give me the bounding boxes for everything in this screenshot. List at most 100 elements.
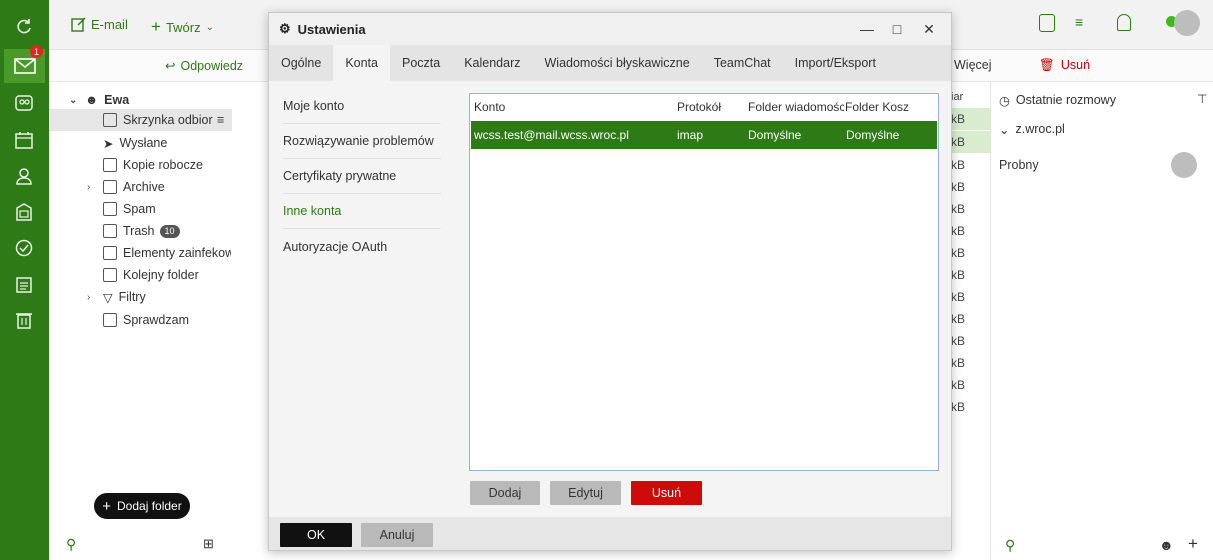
remove-button[interactable]: Usuń bbox=[631, 481, 702, 505]
size-cell: kB bbox=[951, 356, 966, 370]
edit-button[interactable]: Edytuj bbox=[550, 481, 621, 505]
delete-label: Usuń bbox=[1060, 58, 1091, 72]
size-column: iar kB kB kB kB kB kB kB kB kB kB kB kB … bbox=[951, 82, 991, 560]
col-trash-folder[interactable]: Folder Kosz bbox=[845, 94, 909, 120]
account-row[interactable]: ⌄ ☻ Ewa bbox=[49, 89, 232, 111]
chevron-right-icon: › bbox=[87, 181, 91, 193]
side-private-certificates[interactable]: Certyfikaty prywatne bbox=[283, 159, 441, 194]
folder-spam[interactable]: Spam bbox=[49, 198, 232, 220]
side-troubleshooting[interactable]: Rozwiązywanie problemów bbox=[283, 124, 441, 159]
email-button[interactable]: E-mail bbox=[71, 17, 128, 32]
folder-icon bbox=[103, 268, 117, 282]
folder-label: Spam bbox=[123, 202, 156, 216]
tasks-icon[interactable] bbox=[11, 235, 37, 261]
folder-drafts[interactable]: Kopie robocze bbox=[49, 154, 232, 176]
reply-button[interactable]: ↩ Odpowiedz bbox=[165, 58, 244, 74]
refresh-icon[interactable] bbox=[11, 13, 37, 39]
dialog-titlebar: ⚙ Ustawienia bbox=[269, 13, 951, 45]
delete-button[interactable]: 🗑 Usuń bbox=[1039, 58, 1090, 73]
folder-tree-icon[interactable]: ⊞ bbox=[203, 536, 214, 552]
avatar[interactable] bbox=[1174, 10, 1200, 36]
search-icon[interactable]: ⚲ bbox=[66, 536, 76, 553]
create-button[interactable]: + Twórz ⌄ bbox=[151, 17, 214, 37]
tab-mail[interactable]: Poczta bbox=[390, 45, 452, 81]
draft-icon bbox=[103, 158, 117, 172]
cancel-button[interactable]: Anuluj bbox=[361, 523, 433, 547]
folder-archive[interactable]: › Archive bbox=[49, 176, 232, 198]
side-my-account[interactable]: Moje konto bbox=[283, 89, 441, 124]
more-button[interactable]: Więcej bbox=[954, 58, 992, 72]
table-row[interactable]: wcss.test@mail.wcss.wroc.pl imap Domyśln… bbox=[471, 121, 937, 149]
unread-badge: 1 bbox=[30, 45, 43, 58]
cell-sent-folder: Domyślne bbox=[748, 128, 802, 142]
contact-name[interactable]: Probny bbox=[999, 158, 1039, 172]
dialog-title: Ustawienia bbox=[297, 21, 366, 37]
trash-icon: 🗑 bbox=[1039, 58, 1055, 72]
tab-instant-messages[interactable]: Wiadomości błyskawiczne bbox=[533, 45, 702, 81]
tab-teamchat[interactable]: TeamChat bbox=[702, 45, 783, 81]
mail-icon[interactable]: 1 bbox=[4, 45, 45, 83]
trash-rail-icon[interactable] bbox=[11, 307, 37, 333]
add-folder-button[interactable]: + Dodaj folder bbox=[94, 493, 190, 519]
tab-general[interactable]: Ogólne bbox=[269, 45, 333, 81]
compose-icon bbox=[71, 17, 86, 32]
settings-dialog: ⚙ Ustawienia — □ ✕ Ogólne Konta Poczta K… bbox=[268, 12, 952, 551]
list-settings-icon[interactable]: ≡ bbox=[1075, 14, 1083, 30]
folder-label: Sprawdzam bbox=[123, 313, 189, 327]
tab-accounts[interactable]: Konta bbox=[333, 45, 390, 81]
recent-conversations-header: ◷ Ostatnie rozmowy bbox=[999, 93, 1116, 108]
maximize-button[interactable]: □ bbox=[887, 19, 907, 39]
reply-label: Odpowiedz bbox=[180, 58, 244, 73]
dialog-body: Moje konto Rozwiązywanie problemów Certy… bbox=[269, 81, 951, 517]
chevron-down-icon: ⌄ bbox=[999, 123, 1010, 137]
chevron-down-icon: ⌄ bbox=[69, 94, 78, 106]
menu-icon[interactable]: ≡ bbox=[217, 113, 224, 127]
col-account[interactable]: Konto bbox=[474, 94, 505, 120]
calendar-icon[interactable] bbox=[11, 127, 37, 153]
size-cell: kB bbox=[951, 290, 966, 304]
notes-icon[interactable] bbox=[11, 271, 37, 297]
gear-icon: ⚙ bbox=[279, 21, 291, 36]
minimize-button[interactable]: — bbox=[857, 19, 877, 39]
send-icon: ➤ bbox=[103, 136, 114, 151]
create-label: Twórz bbox=[165, 19, 201, 35]
close-button[interactable]: ✕ bbox=[919, 19, 939, 39]
folder-inbox[interactable]: Skrzynka odbiorcza ≡ bbox=[49, 109, 232, 131]
chat-icon[interactable] bbox=[1039, 14, 1055, 32]
col-sent-folder[interactable]: Folder wiadomości wysłanych bbox=[748, 94, 844, 120]
add-contact-icon[interactable]: ☻ bbox=[1159, 537, 1174, 553]
folder-filters[interactable]: › ▽ Filtry bbox=[49, 286, 232, 308]
contacts-icon[interactable] bbox=[11, 90, 37, 116]
history-icon: ◷ bbox=[999, 94, 1010, 108]
user-icon: ☻ bbox=[85, 93, 99, 107]
folder-next[interactable]: Kolejny folder bbox=[49, 264, 232, 286]
folder-checking[interactable]: Sprawdzam bbox=[49, 309, 232, 331]
ok-button[interactable]: OK bbox=[280, 523, 352, 547]
size-cell: kB bbox=[951, 400, 966, 414]
tab-calendar[interactable]: Kalendarz bbox=[452, 45, 532, 81]
side-other-accounts[interactable]: Inne konta bbox=[283, 194, 441, 229]
right-panel: ◷ Ostatnie rozmowy ⊤ ⌄ z.wroc.pl Probny … bbox=[991, 82, 1213, 560]
pin-icon[interactable]: ⊤ bbox=[1197, 92, 1207, 106]
bell-icon[interactable] bbox=[1117, 14, 1131, 31]
folder-infected[interactable]: Elementy zainfekowane bbox=[49, 242, 232, 264]
side-oauth[interactable]: Autoryzacje OAuth bbox=[283, 229, 441, 264]
folder-label: Elementy zainfekowane bbox=[123, 246, 231, 260]
cell-protocol: imap bbox=[677, 128, 704, 142]
spam-icon bbox=[103, 202, 117, 216]
add-folder-label: Dodaj folder bbox=[117, 499, 182, 513]
folder-sent[interactable]: ➤ Wysłane bbox=[49, 132, 232, 154]
group-row[interactable]: ⌄ z.wroc.pl bbox=[999, 122, 1065, 137]
app-rail: 1 bbox=[0, 0, 49, 560]
add-button[interactable]: Dodaj bbox=[470, 481, 540, 505]
plus-icon[interactable]: + bbox=[1188, 534, 1198, 554]
col-protocol[interactable]: Protokół bbox=[677, 94, 721, 120]
files-icon[interactable] bbox=[11, 199, 37, 225]
size-cell: kB bbox=[951, 224, 966, 238]
user-icon[interactable] bbox=[11, 163, 37, 189]
size-cell: kB bbox=[951, 378, 966, 392]
folder-trash[interactable]: Trash 10 bbox=[49, 220, 232, 242]
tab-import-export[interactable]: Import/Eksport bbox=[783, 45, 888, 81]
search-icon[interactable]: ⚲ bbox=[1005, 537, 1015, 554]
size-cell: kB bbox=[951, 312, 966, 326]
